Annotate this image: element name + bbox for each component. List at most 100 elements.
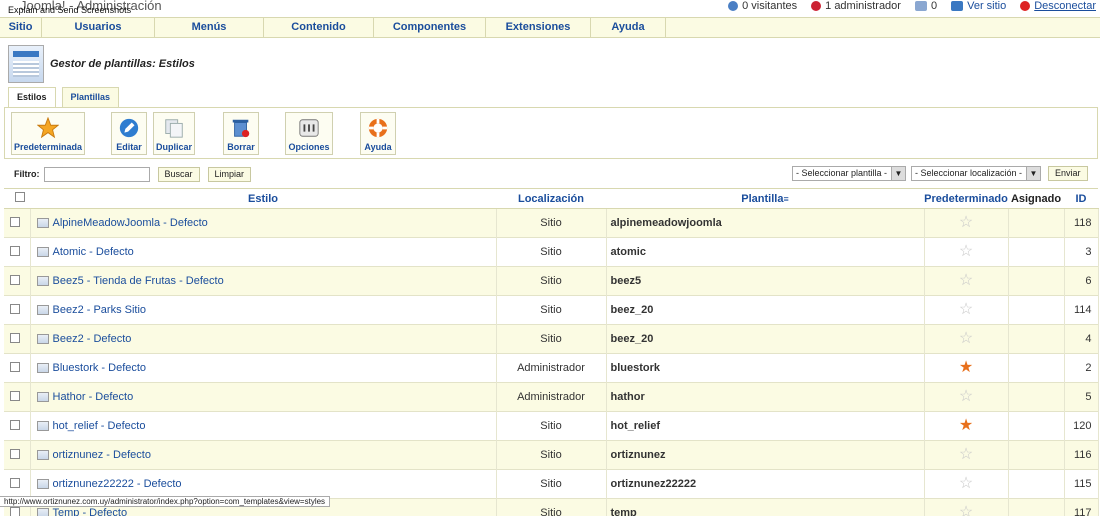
menu-componentes[interactable]: Componentes xyxy=(374,18,486,38)
header-location[interactable]: Localización xyxy=(496,188,606,209)
star-icon[interactable]: ☆ xyxy=(959,243,973,260)
table-row: Beez2 - Parks Sitio Sitio beez_20 ☆ 114 xyxy=(4,295,1099,325)
row-checkbox-cell[interactable] xyxy=(4,440,31,470)
header-default[interactable]: Predeterminado xyxy=(924,188,1008,209)
tab-plantillas[interactable]: Plantillas xyxy=(61,87,120,107)
row-checkbox[interactable] xyxy=(10,216,20,227)
header-checkbox[interactable] xyxy=(4,188,30,209)
select-location[interactable]: - Seleccionar localización - ▼ xyxy=(911,166,1041,181)
default-cell[interactable]: ☆ xyxy=(924,440,1009,470)
row-checkbox-cell[interactable] xyxy=(4,353,31,383)
row-checkbox-cell[interactable] xyxy=(4,208,31,238)
row-checkbox-cell[interactable] xyxy=(4,324,31,354)
menu-sitio[interactable]: Sitio xyxy=(0,18,42,38)
copy-icon xyxy=(165,119,183,138)
submit-button[interactable]: Enviar xyxy=(1048,166,1088,181)
logout-link[interactable]: Desconectar xyxy=(1020,0,1096,12)
row-checkbox-cell[interactable] xyxy=(4,469,31,499)
row-checkbox[interactable] xyxy=(10,448,20,459)
style-link[interactable]: Beez5 - Tienda de Frutas - Defecto xyxy=(53,275,224,287)
duplicate-button[interactable]: Duplicar xyxy=(153,112,195,155)
row-checkbox-cell[interactable] xyxy=(4,266,31,296)
row-checkbox[interactable] xyxy=(10,390,20,401)
row-checkbox[interactable] xyxy=(10,245,20,256)
style-link[interactable]: ortiznunez - Defecto xyxy=(53,449,151,461)
search-button[interactable]: Buscar xyxy=(157,166,200,182)
menu-contenido[interactable]: Contenido xyxy=(264,18,374,38)
style-link[interactable]: Beez2 - Defecto xyxy=(53,333,132,345)
style-cell: Hathor - Defecto xyxy=(30,382,497,412)
star-icon[interactable]: ☆ xyxy=(959,272,973,289)
star-icon[interactable]: ☆ xyxy=(959,214,973,231)
menu-ayuda[interactable]: Ayuda xyxy=(591,18,666,38)
style-link[interactable]: Bluestork - Defecto xyxy=(53,362,147,374)
default-cell[interactable]: ☆ xyxy=(924,498,1009,516)
help-button[interactable]: Ayuda xyxy=(360,112,396,155)
messages-status[interactable]: 0 xyxy=(914,0,937,12)
row-checkbox-cell[interactable] xyxy=(4,382,31,412)
menu-usuarios[interactable]: Usuarios xyxy=(42,18,155,38)
style-link[interactable]: hot_relief - Defecto xyxy=(53,420,146,432)
edit-button-label: Editar xyxy=(116,142,142,152)
default-cell[interactable]: ☆ xyxy=(924,382,1009,412)
template-thumbnail-icon xyxy=(36,508,49,516)
default-button-label: Predeterminada xyxy=(13,142,83,152)
default-cell[interactable]: ☆ xyxy=(924,295,1009,325)
style-link[interactable]: ortiznunez22222 - Defecto xyxy=(53,478,182,490)
select-template[interactable]: - Seleccionar plantilla - ▼ xyxy=(792,166,906,181)
row-checkbox[interactable] xyxy=(10,274,20,285)
default-cell[interactable]: ★ xyxy=(924,411,1009,441)
styles-table: Estilo Localización Plantilla≡ Predeterm… xyxy=(4,188,1099,516)
row-checkbox-cell[interactable] xyxy=(4,237,31,267)
template-cell: hathor xyxy=(606,382,925,412)
row-checkbox-cell[interactable] xyxy=(4,411,31,441)
template-thumbnail-icon xyxy=(36,334,49,344)
clear-button[interactable]: Limpiar xyxy=(207,166,252,182)
default-cell[interactable]: ☆ xyxy=(924,266,1009,296)
star-icon[interactable]: ☆ xyxy=(959,504,973,516)
default-cell[interactable]: ★ xyxy=(924,353,1009,383)
template-cell: hot_relief xyxy=(606,411,925,441)
star-icon[interactable]: ☆ xyxy=(959,301,973,318)
style-link[interactable]: Beez2 - Parks Sitio xyxy=(53,304,147,316)
header-style[interactable]: Estilo xyxy=(30,188,496,209)
view-site-link[interactable]: Ver sitio xyxy=(951,0,1006,12)
location-cell: Sitio xyxy=(496,295,607,325)
row-checkbox-cell[interactable] xyxy=(4,295,31,325)
style-link[interactable]: Atomic - Defecto xyxy=(53,246,134,258)
row-checkbox[interactable] xyxy=(10,332,20,343)
default-cell[interactable]: ☆ xyxy=(924,208,1009,238)
delete-button[interactable]: Borrar xyxy=(223,112,259,155)
default-cell[interactable]: ☆ xyxy=(924,324,1009,354)
row-checkbox[interactable] xyxy=(10,477,20,488)
star-icon[interactable]: ☆ xyxy=(959,475,973,492)
row-checkbox[interactable] xyxy=(10,361,20,372)
row-checkbox[interactable] xyxy=(10,303,20,314)
style-link[interactable]: Hathor - Defecto xyxy=(53,391,134,403)
row-checkbox[interactable] xyxy=(10,419,20,430)
options-button[interactable]: Opciones xyxy=(285,112,333,155)
style-link[interactable]: Temp - Defecto xyxy=(53,507,128,516)
id-cell: 120 xyxy=(1064,411,1099,441)
header-id[interactable]: ID xyxy=(1064,188,1098,209)
location-cell: Administrador xyxy=(496,382,607,412)
edit-button[interactable]: Editar xyxy=(111,112,147,155)
star-icon[interactable]: ☆ xyxy=(959,446,973,463)
default-cell[interactable]: ☆ xyxy=(924,237,1009,267)
menu-extensiones[interactable]: Extensiones xyxy=(486,18,591,38)
menu-menus[interactable]: Menús xyxy=(155,18,264,38)
star-icon[interactable]: ★ xyxy=(959,417,973,434)
chevron-down-icon: ▼ xyxy=(1026,167,1040,180)
style-link[interactable]: AlpineMeadowJoomla - Defecto xyxy=(53,217,208,229)
star-icon[interactable]: ☆ xyxy=(959,330,973,347)
default-cell[interactable]: ☆ xyxy=(924,469,1009,499)
star-icon[interactable]: ☆ xyxy=(959,388,973,405)
select-all-checkbox[interactable] xyxy=(15,192,25,202)
star-icon[interactable]: ★ xyxy=(959,359,973,376)
header-template[interactable]: Plantilla≡ xyxy=(606,188,924,209)
default-button[interactable]: Predeterminada xyxy=(11,112,85,155)
tab-estilos[interactable]: Estilos xyxy=(8,87,56,108)
assigned-cell xyxy=(1008,411,1065,441)
row-checkbox[interactable] xyxy=(10,506,20,516)
filter-input[interactable] xyxy=(43,166,150,182)
